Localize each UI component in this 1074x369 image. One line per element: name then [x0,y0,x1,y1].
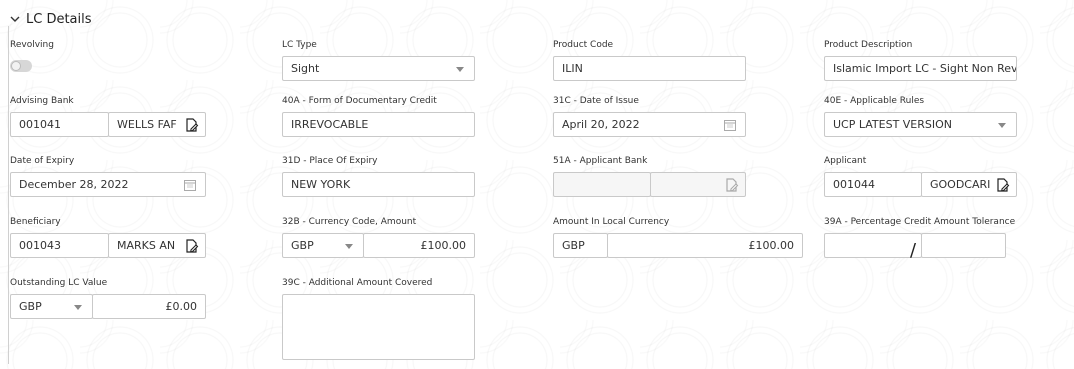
applicant-code-field[interactable]: 001044 [824,172,922,197]
outstanding-currency-value: GBP [19,300,42,313]
tolerance-separator: / [910,240,917,261]
applicable-rules-value: UCP LATEST VERSION [833,118,953,131]
form-of-credit-label: 40A - Form of Documentary Credit [282,96,437,106]
place-of-expiry-field[interactable]: NEW YORK [282,172,475,197]
outstanding-amount-field[interactable]: £0.00 [92,294,206,319]
lc-type-select[interactable]: Sight [282,56,475,81]
local-amount-field[interactable]: £100.00 [607,233,803,258]
section-header-lc-details[interactable]: LC Details [10,10,92,28]
tolerance-minus-field[interactable] [921,233,1006,258]
applicant-name-field[interactable]: GOODCARI [921,172,1017,197]
chevron-down-icon [10,16,20,22]
lookup-icon[interactable] [185,118,199,132]
applicable-rules-select[interactable]: UCP LATEST VERSION [824,112,1017,137]
form-of-credit-field[interactable]: IRREVOCABLE [282,112,475,137]
section-left-rule [8,26,9,364]
product-description-label: Product Description [824,40,913,50]
toggle-knob [11,61,21,71]
amount-local-label: Amount In Local Currency [553,217,670,227]
chevron-down-icon [998,123,1006,128]
tolerance-plus-field[interactable] [824,233,922,258]
beneficiary-name: MARKS AN [117,239,176,252]
place-of-expiry-value: NEW YORK [291,178,351,191]
chevron-down-icon [74,305,82,310]
product-code-field[interactable]: ILIN [553,56,746,81]
calendar-icon[interactable] [184,179,196,191]
applicant-bank-code-field[interactable] [553,172,651,197]
advising-bank-code: 001041 [19,118,61,131]
date-of-expiry-label: Date of Expiry [10,156,75,166]
calendar-icon[interactable] [724,119,736,131]
product-description-value: Islamic Import LC - Sight Non Revolv [833,62,1017,75]
beneficiary-name-field[interactable]: MARKS AN [108,233,206,258]
currency-code-select[interactable]: GBP [282,233,364,258]
revolving-toggle[interactable] [10,60,32,72]
beneficiary-code-field[interactable]: 001043 [10,233,109,258]
additional-amount-label: 39C - Additional Amount Covered [282,278,433,288]
outstanding-currency-select[interactable]: GBP [10,294,93,319]
place-of-expiry-label: 31D - Place Of Expiry [282,156,378,166]
beneficiary-code: 001043 [19,239,61,252]
local-currency-value: GBP [562,239,585,252]
lc-type-label: LC Type [282,40,317,50]
outstanding-label: Outstanding LC Value [10,278,108,288]
advising-bank-code-field[interactable]: 001041 [10,112,109,137]
applicant-bank-name-field[interactable] [650,172,746,197]
applicant-name: GOODCARI [930,178,991,191]
applicant-code: 001044 [833,178,875,191]
lookup-icon[interactable] [725,178,739,192]
lookup-icon[interactable] [996,178,1010,192]
advising-bank-name: WELLS FAF [117,118,177,131]
applicant-label: Applicant [824,156,867,166]
applicant-bank-label: 51A - Applicant Bank [553,156,648,166]
currency-amount-label: 32B - Currency Code, Amount [282,217,417,227]
date-of-expiry-value: December 28, 2022 [19,178,129,191]
amount-value: £100.00 [420,239,467,252]
product-code-label: Product Code [553,40,614,50]
section-title: LC Details [26,11,92,27]
date-of-issue-field[interactable]: April 20, 2022 [553,112,746,137]
form-of-credit-value: IRREVOCABLE [291,118,369,131]
currency-code-value: GBP [291,239,314,252]
date-of-issue-value: April 20, 2022 [562,118,640,131]
advising-bank-label: Advising Bank [10,96,74,106]
chevron-down-icon [456,67,464,72]
additional-amount-textarea[interactable] [282,294,475,360]
amount-field[interactable]: £100.00 [363,233,475,258]
local-currency-field[interactable]: GBP [553,233,608,258]
applicable-rules-label: 40E - Applicable Rules [824,96,925,106]
lookup-icon[interactable] [185,239,199,253]
date-of-issue-label: 31C - Date of Issue [553,96,639,106]
revolving-label: Revolving [10,40,54,50]
lc-type-value: Sight [291,62,320,75]
local-amount-value: £100.00 [748,239,795,252]
advising-bank-name-field[interactable]: WELLS FAF [108,112,206,137]
outstanding-amount-value: £0.00 [165,300,198,313]
tolerance-label: 39A - Percentage Credit Amount Tolerance [824,217,1016,227]
beneficiary-label: Beneficiary [10,217,61,227]
chevron-down-icon [345,244,353,249]
product-description-field[interactable]: Islamic Import LC - Sight Non Revolv [824,56,1017,81]
date-of-expiry-field[interactable]: December 28, 2022 [10,172,206,197]
product-code-value: ILIN [562,62,583,75]
